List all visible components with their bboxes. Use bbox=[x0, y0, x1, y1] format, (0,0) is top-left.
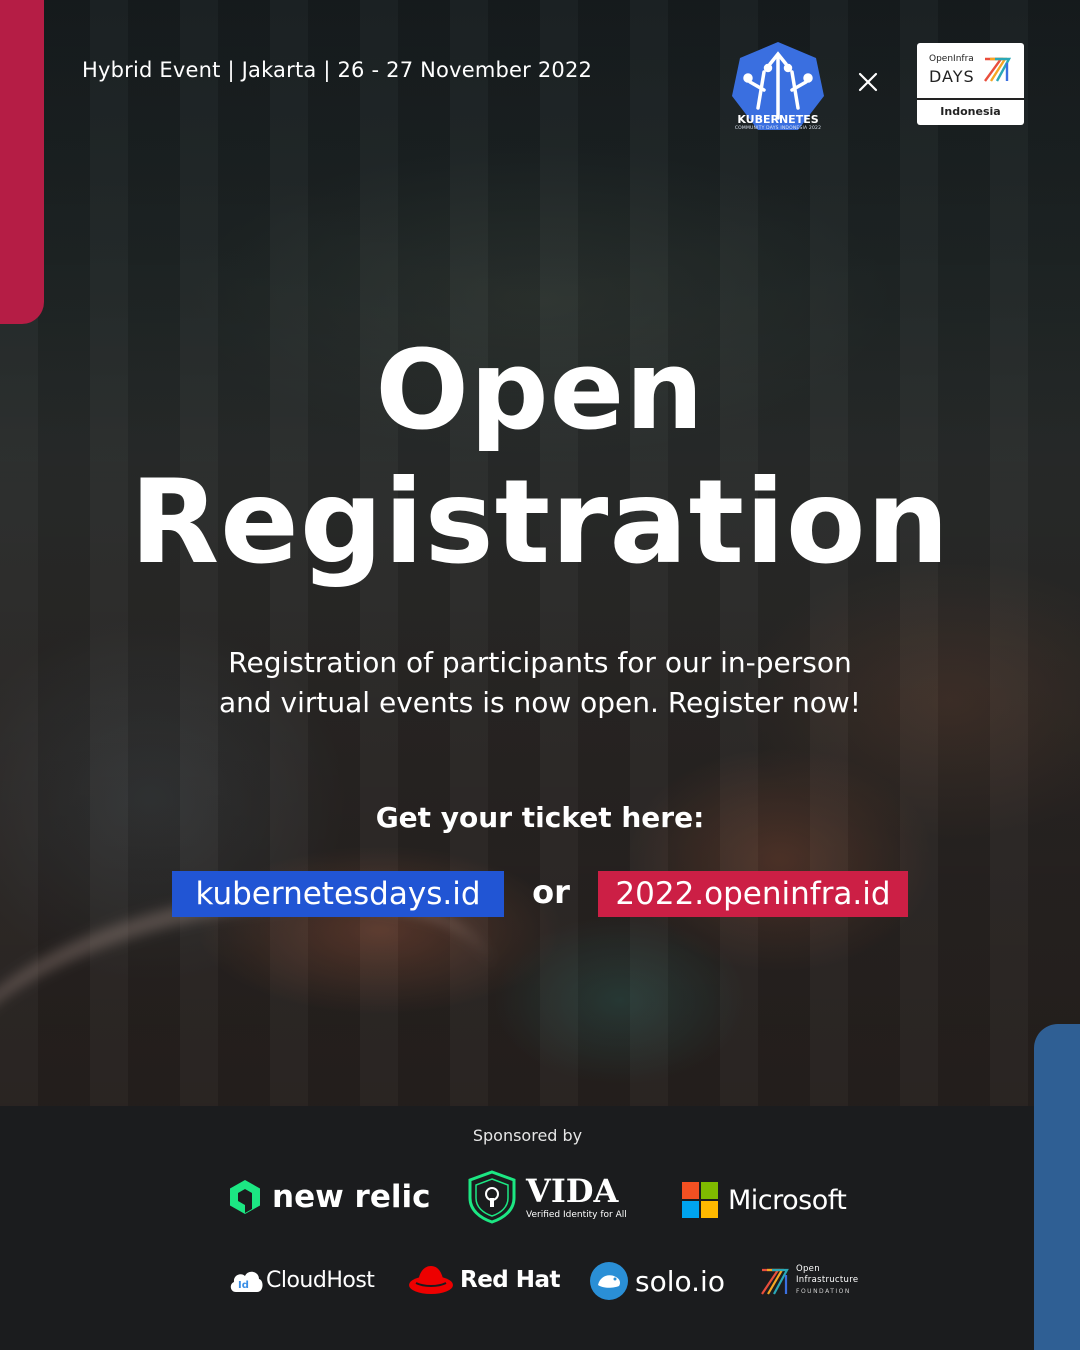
red-corner-accent bbox=[0, 0, 44, 324]
oif-line-3: FOUNDATION bbox=[796, 1288, 851, 1295]
description-line-2: and virtual events is now open. Register… bbox=[218, 686, 862, 719]
sponsor-solo-io[interactable]: solo.io bbox=[589, 1261, 725, 1301]
vida-tagline: Verified Identity for All bbox=[526, 1209, 627, 1220]
or-separator: or bbox=[532, 873, 570, 911]
cloudhost-logo: Id bbox=[230, 1271, 263, 1292]
openinfra-badge-days: DAYS bbox=[929, 67, 975, 86]
sponsored-by-heading: Sponsored by bbox=[472, 1126, 583, 1145]
cloudhost-name: CloudHost bbox=[266, 1267, 375, 1293]
description-line-1: Registration of participants for our in-… bbox=[228, 646, 852, 679]
headline-line-2: Registration bbox=[129, 455, 951, 590]
openinfra-foundation-text: Open Infrastructure FOUNDATION bbox=[796, 1264, 858, 1297]
kubernetes-subtitle: COMMUNITY DAYS INDONESIA 2022 bbox=[734, 126, 822, 131]
event-info: Hybrid Event | Jakarta | 26 - 27 Novembe… bbox=[82, 58, 593, 82]
new-relic-name: new relic bbox=[272, 1179, 431, 1215]
red-hat-name: Red Hat bbox=[460, 1267, 561, 1293]
times-icon bbox=[858, 72, 878, 92]
kubernetesdays-link[interactable]: kubernetesdays.id bbox=[172, 871, 504, 917]
new-relic-logo bbox=[230, 1180, 260, 1214]
sponsor-cloudhost[interactable]: Id CloudHost bbox=[228, 1266, 375, 1294]
sponsor-vida[interactable]: VIDA Verified Identity for All bbox=[466, 1170, 627, 1224]
sponsor-microsoft[interactable]: Microsoft bbox=[682, 1182, 847, 1218]
openinfra-stripes-logo bbox=[984, 57, 1011, 82]
sponsor-open-infrastructure-foundation[interactable]: Open Infrastructure FOUNDATION bbox=[760, 1264, 858, 1297]
ticket-prompt: Get your ticket here: bbox=[375, 801, 705, 834]
vida-text: VIDA Verified Identity for All bbox=[526, 1175, 627, 1220]
openinfra-days-badge: OpenInfra DAYS Indonesia bbox=[917, 43, 1024, 125]
openinfra-badge-country: Indonesia bbox=[940, 105, 1001, 118]
microsoft-name: Microsoft bbox=[728, 1184, 847, 1216]
vida-shield-logo bbox=[468, 1170, 516, 1224]
solo-io-logo bbox=[590, 1262, 628, 1300]
openinfra-badge-top: OpenInfra bbox=[929, 54, 974, 64]
openinfra-badge-divider bbox=[917, 98, 1024, 100]
sponsor-red-hat[interactable]: Red Hat bbox=[408, 1263, 561, 1297]
sponsor-new-relic[interactable]: new relic bbox=[228, 1178, 430, 1216]
headline-line-1: Open bbox=[375, 326, 705, 454]
openinfra-link[interactable]: 2022.openinfra.id bbox=[598, 871, 908, 917]
vida-name: VIDA bbox=[526, 1171, 619, 1210]
kubernetes-wordmark: KUBERNETES bbox=[737, 113, 819, 126]
oif-line-2: Infrastructure bbox=[796, 1275, 859, 1285]
microsoft-logo bbox=[682, 1182, 718, 1218]
openinfra-foundation-logo bbox=[761, 1268, 789, 1295]
registration-description: Registration of participants for our in-… bbox=[150, 643, 930, 723]
cloudhost-badge: Id bbox=[238, 1280, 249, 1291]
sponsors-section: Sponsored by new relic VIDA Verified Ide… bbox=[0, 1106, 1080, 1350]
redhat-logo bbox=[409, 1266, 453, 1294]
oif-line-1: Open bbox=[796, 1264, 820, 1274]
solo-io-name: solo.io bbox=[635, 1264, 725, 1298]
blue-corner-accent bbox=[1034, 1024, 1080, 1350]
